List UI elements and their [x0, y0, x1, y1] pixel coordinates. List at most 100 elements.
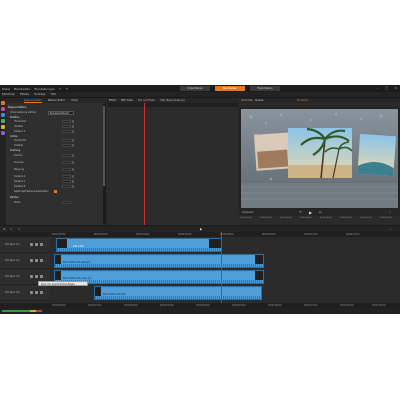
properties-tool-icon[interactable]	[1, 101, 5, 105]
keyframe-playhead[interactable]	[144, 103, 145, 225]
spin-control[interactable]	[72, 120, 74, 123]
spin-control[interactable]	[72, 161, 74, 164]
timecode: 00:00:00:00	[240, 217, 252, 219]
tab-video[interactable]: Video	[71, 98, 78, 103]
spin-control[interactable]	[72, 180, 74, 183]
value-field[interactable]	[62, 175, 71, 178]
lock-icon[interactable]	[40, 243, 43, 246]
audio-tool-icon[interactable]	[1, 119, 5, 123]
fullscreen-icon[interactable]: ⛶	[389, 210, 391, 214]
value-field[interactable]	[62, 144, 71, 147]
timeline-clip[interactable]: Bild 2019-12-28 (alt)	[94, 286, 262, 300]
play-icon[interactable]: ▶	[309, 210, 312, 215]
spin-control[interactable]	[72, 185, 74, 188]
zoom-label[interactable]: Anpassen	[242, 211, 254, 214]
preset-label: Voreinstellung wählen	[10, 111, 37, 114]
property-label: Z-Achse	[14, 161, 24, 164]
eye-icon[interactable]	[30, 243, 33, 246]
timeline-clip[interactable]: IMG 5746	[56, 238, 222, 252]
preview-scrubber[interactable]: 00:00:00:00 00:00:02:00 00:00:04:00 00:0…	[239, 216, 400, 225]
value-field[interactable]	[62, 201, 71, 204]
eye-icon[interactable]	[30, 291, 33, 294]
undo-icon[interactable]: ↶	[59, 87, 62, 91]
subbar-titles[interactable]: Titel	[50, 93, 56, 96]
property-label: Distanz Z	[14, 185, 26, 188]
preset-dropdown[interactable]: Benutzerdefiniert	[48, 111, 74, 115]
settings-icon[interactable]: ⚙	[3, 227, 6, 231]
forward-icon[interactable]: ⏭	[319, 210, 322, 214]
keyframe-panel: Effekt MEP Datei Ton und Farbe Titel Übe…	[107, 98, 238, 225]
scissors-icon[interactable]: ✂	[10, 227, 13, 231]
transition-tool-icon[interactable]	[1, 131, 5, 135]
track-header[interactable]: A/V Spur (2)	[0, 253, 50, 269]
menu-settings[interactable]: Einstellungen	[35, 87, 55, 91]
subbar-effects[interactable]: Effekte	[20, 93, 29, 96]
title-tool-icon[interactable]	[1, 125, 5, 129]
value-field[interactable]	[62, 168, 71, 171]
value-field[interactable]	[62, 185, 71, 188]
timeline-play-icon[interactable]: ▶	[200, 227, 202, 231]
timeline-clip[interactable]: Bild 2019-12-25 (aktuell)	[54, 254, 264, 268]
property-label: Vertikal	[14, 125, 23, 128]
keyframe-grid[interactable]	[107, 107, 238, 225]
color-tool-icon[interactable]	[1, 107, 5, 111]
spin-control[interactable]	[72, 139, 74, 142]
clip-waveform	[55, 264, 263, 267]
value-field[interactable]	[62, 154, 71, 157]
tab-import[interactable]: Importieren	[180, 86, 210, 91]
tab-edit[interactable]: Bearbeiten	[215, 86, 245, 91]
aspect-ratio-checkbox[interactable]	[54, 190, 57, 193]
effects-tool-icon[interactable]	[1, 113, 5, 117]
spin-control[interactable]	[72, 125, 74, 128]
property-row: Distanz X	[10, 130, 102, 134]
property-label: Distanz Y	[14, 180, 26, 183]
value-field[interactable]	[62, 120, 71, 123]
value-field[interactable]	[62, 125, 71, 128]
group-rotation[interactable]: Drehung	[10, 149, 106, 153]
value-field[interactable]	[62, 139, 71, 142]
track-header[interactable]: A/V Spur (1)	[0, 237, 50, 253]
subbar-library[interactable]: Bibliothek	[2, 93, 15, 96]
spin-control[interactable]	[72, 175, 74, 178]
magnet-icon[interactable]: ⊂	[18, 227, 21, 231]
timeline-playhead[interactable]	[221, 232, 222, 303]
scrollbar-thumb[interactable]	[103, 106, 105, 186]
redo-icon[interactable]: ↷	[65, 87, 68, 91]
track-name: A/V Spur (2)	[5, 259, 20, 262]
track-header[interactable]: A/V Spur (4)	[0, 285, 50, 301]
mode-tabs: Importieren Bearbeiten Exportieren	[180, 86, 280, 91]
value-field[interactable]	[62, 161, 71, 164]
rewind-icon[interactable]: ⏮	[299, 210, 302, 214]
tab-properties[interactable]: Eigenschaften	[24, 98, 42, 103]
value-field[interactable]	[62, 180, 71, 183]
spin-control[interactable]	[72, 144, 74, 147]
spin-control[interactable]	[72, 154, 74, 157]
lock-icon[interactable]	[40, 259, 43, 262]
tab-export[interactable]: Exportieren	[250, 86, 280, 91]
eye-icon[interactable]	[30, 275, 33, 278]
speaker-icon[interactable]	[35, 291, 38, 294]
lock-icon[interactable]	[40, 275, 43, 278]
menu-edit[interactable]: Bearbeiten	[14, 87, 30, 91]
spin-control[interactable]	[72, 130, 74, 133]
speaker-icon[interactable]	[35, 259, 38, 262]
speaker-icon[interactable]	[35, 243, 38, 246]
lock-icon[interactable]	[40, 291, 43, 294]
menu-file[interactable]: Datei	[2, 87, 10, 91]
group-borders[interactable]: Ränder	[10, 196, 106, 200]
close-icon[interactable]: ×	[394, 86, 397, 90]
zoom-icon[interactable]: ⌕	[390, 227, 392, 231]
track-name: A/V Spur (1)	[5, 243, 20, 246]
maximize-icon[interactable]: □	[385, 86, 388, 90]
spin-control[interactable]	[72, 168, 74, 171]
ruler-tick: 00:00:12:00	[304, 233, 318, 236]
video-preview[interactable]	[241, 109, 398, 208]
minimize-icon[interactable]: –	[377, 86, 379, 90]
speaker-icon[interactable]	[35, 275, 38, 278]
properties-scrollbar[interactable]	[103, 104, 105, 224]
tab-media-editor[interactable]: Medien Editor	[48, 98, 65, 103]
property-row: Distanz X	[10, 175, 102, 179]
eye-icon[interactable]	[30, 259, 33, 262]
subbar-montage[interactable]: Montage	[34, 93, 45, 96]
value-field[interactable]	[62, 130, 71, 133]
